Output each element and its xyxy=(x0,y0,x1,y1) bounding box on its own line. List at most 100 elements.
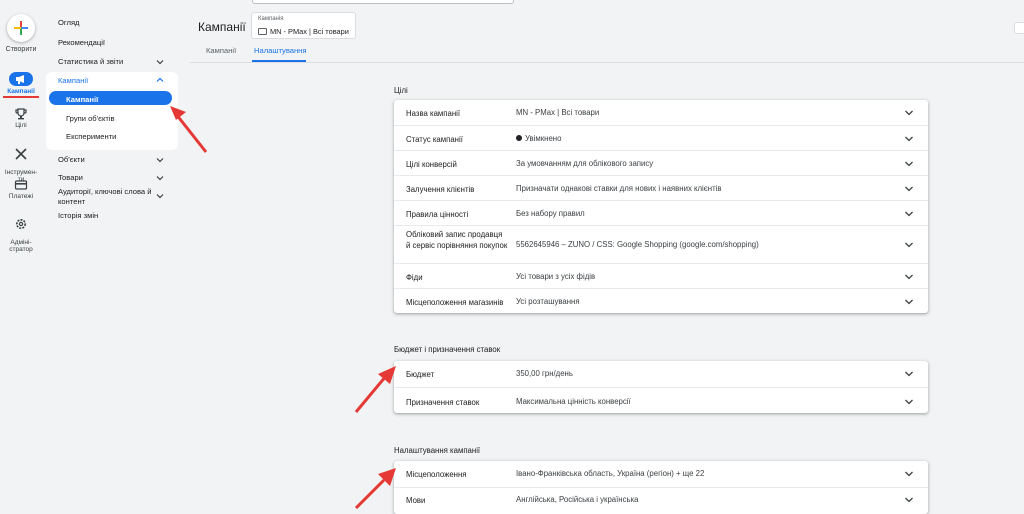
row-value: MN - PMax | Всі товари xyxy=(516,108,600,117)
tab-settings[interactable]: Налаштування xyxy=(254,46,307,55)
chevron-down-icon[interactable] xyxy=(156,58,164,66)
row-value: Призначати однакові ставки для нових і н… xyxy=(516,184,722,193)
budget-card: Бюджет 350,00 грн/день Призначення ставо… xyxy=(394,361,928,413)
settings-row[interactable]: Мови Англійська, Російська і українська xyxy=(394,487,928,514)
status-dot-icon xyxy=(516,135,522,141)
create-label: Створити xyxy=(5,46,37,53)
chevron-down-icon[interactable] xyxy=(904,495,914,505)
row-label: Цілі конверсій xyxy=(406,160,457,169)
section-title-goals: Цілі xyxy=(394,86,408,95)
rail-item-billing-label: Платежі xyxy=(8,193,34,200)
shopping-icon xyxy=(258,28,267,35)
rail-item-admin[interactable]: Адміні- стратор xyxy=(0,211,42,253)
settings-row[interactable]: Назва кампанії MN - PMax | Всі товари xyxy=(394,100,928,125)
nav-objects[interactable]: Об'єкти xyxy=(58,155,85,164)
header-control[interactable] xyxy=(1014,22,1024,34)
annotation-arrow xyxy=(354,468,396,510)
campaign-selector-value: MN - PMax | Всі товари xyxy=(270,27,349,36)
row-label: Правила цінності xyxy=(406,210,469,219)
row-label: Залучення клієнтів xyxy=(406,185,475,194)
settings-row[interactable]: Статус кампанії Увімкнено xyxy=(394,125,928,150)
chevron-down-icon[interactable] xyxy=(904,397,914,407)
campaign-selector[interactable]: Кампанія MN - PMax | Всі товари xyxy=(251,12,356,39)
chevron-down-icon[interactable] xyxy=(904,184,914,194)
settings-row[interactable]: Правила цінності Без набору правил xyxy=(394,200,928,225)
chevron-down-icon[interactable] xyxy=(156,156,164,164)
row-value: Івано-Франківська область, Україна (регі… xyxy=(516,469,705,478)
rail-item-campaigns-label: Кампанії xyxy=(7,88,35,95)
settings-row[interactable]: Місцеположення магазинів Усі розташуванн… xyxy=(394,288,928,313)
megaphone-icon xyxy=(16,75,24,84)
row-label: Мови xyxy=(406,496,426,505)
row-value: Усі розташування xyxy=(516,297,580,306)
search-bar[interactable] xyxy=(252,0,514,4)
nav-stats[interactable]: Статистика й звіти xyxy=(58,57,123,66)
nav-history[interactable]: Історія змін xyxy=(58,211,98,220)
settings-row[interactable]: Цілі конверсій За умовчанням для обліков… xyxy=(394,150,928,175)
goals-card: Назва кампанії MN - PMax | Всі товари Ст… xyxy=(394,100,928,313)
nav-products[interactable]: Товари xyxy=(58,173,83,182)
row-label: Назва кампанії xyxy=(406,109,461,118)
gear-icon xyxy=(16,219,26,229)
chevron-down-icon[interactable] xyxy=(904,469,914,479)
nav-campaigns[interactable]: Кампанії xyxy=(58,76,88,85)
settings-row[interactable]: Призначення ставок Максимальна цінність … xyxy=(394,387,928,413)
settings-row[interactable]: Фіди Усі товари з усіх фідів xyxy=(394,263,928,288)
row-value: За умовчанням для облікового запису xyxy=(516,159,654,168)
settings-row[interactable]: Бюджет 350,00 грн/день xyxy=(394,361,928,387)
nav-sub-asset-groups[interactable]: Групи об'єктів xyxy=(66,114,115,123)
row-label: Місцеположення xyxy=(406,470,467,479)
rail-item-tools[interactable]: Інструмен- ти xyxy=(0,141,42,183)
create-button[interactable] xyxy=(7,14,35,42)
nav-sub-experiments[interactable]: Експерименти xyxy=(66,132,116,141)
row-value: 5562645946 – ZUNO / CSS: Google Shopping… xyxy=(516,240,759,249)
chevron-up-icon[interactable] xyxy=(156,76,164,84)
header-divider xyxy=(190,62,1024,63)
settings-row[interactable]: Місцеположення Івано-Франківська область… xyxy=(394,461,928,487)
tab-campaigns[interactable]: Кампанії xyxy=(206,46,236,55)
chevron-down-icon[interactable] xyxy=(904,240,914,250)
section-title-campaign-settings: Налаштування кампанії xyxy=(394,446,481,455)
section-title-budget: Бюджет і призначення ставок xyxy=(394,345,501,354)
row-label: Фіди xyxy=(406,273,423,282)
annotation-arrow xyxy=(354,366,396,413)
rail-item-billing[interactable]: Платежі xyxy=(0,179,42,200)
plus-icon xyxy=(14,21,28,35)
chevron-down-icon[interactable] xyxy=(904,134,914,144)
settings-row[interactable]: Обліковий запис продавця й сервіс порівн… xyxy=(394,225,928,263)
nav-sub-campaigns[interactable]: Кампанії xyxy=(66,95,98,104)
chevron-down-icon[interactable] xyxy=(156,174,164,182)
settings-row[interactable]: Залучення клієнтів Призначати однакові с… xyxy=(394,175,928,200)
side-nav: Огляд Рекомендації Статистика й звіти Ка… xyxy=(42,0,182,514)
chevron-down-icon[interactable] xyxy=(904,272,914,282)
row-label: Призначення ставок xyxy=(406,398,480,407)
nav-recommendations[interactable]: Рекомендації xyxy=(58,38,105,47)
chevron-down-icon[interactable] xyxy=(904,297,914,307)
annotation-arrow xyxy=(170,106,208,153)
chevron-down-icon[interactable] xyxy=(904,369,914,379)
chevron-down-icon[interactable] xyxy=(156,192,164,200)
row-value: Без набору правил xyxy=(516,209,585,218)
trophy-icon xyxy=(15,108,27,120)
nav-audiences[interactable]: Аудиторії, ключові слова й контент xyxy=(58,187,158,207)
rail-item-goals-label: Цілі xyxy=(15,122,27,129)
row-label: Статус кампанії xyxy=(406,135,463,144)
chevron-down-icon[interactable] xyxy=(904,108,914,118)
left-rail: Створити Кампанії Цілі Інструмен- ти Пла… xyxy=(0,0,42,514)
row-value: 350,00 грн/день xyxy=(516,369,573,378)
tools-icon xyxy=(15,148,27,160)
rail-item-campaigns[interactable] xyxy=(9,72,33,86)
row-value: Усі товари з усіх фідів xyxy=(516,272,596,281)
credit-card-icon xyxy=(14,180,28,190)
row-label: Місцеположення магазинів xyxy=(406,298,504,307)
status-text: Увімкнено xyxy=(525,134,562,143)
rail-item-goals[interactable]: Цілі xyxy=(0,108,42,129)
row-label: Бюджет xyxy=(406,370,435,379)
row-value: Максимальна цінність конверсії xyxy=(516,397,631,406)
campaign-selector-caption: Кампанія xyxy=(258,16,284,22)
campaign-settings-card: Місцеположення Івано-Франківська область… xyxy=(394,461,928,514)
chevron-down-icon[interactable] xyxy=(904,209,914,219)
nav-overview[interactable]: Огляд xyxy=(58,18,79,27)
row-label: Обліковий запис продавця й сервіс порівн… xyxy=(406,230,508,250)
chevron-down-icon[interactable] xyxy=(904,159,914,169)
